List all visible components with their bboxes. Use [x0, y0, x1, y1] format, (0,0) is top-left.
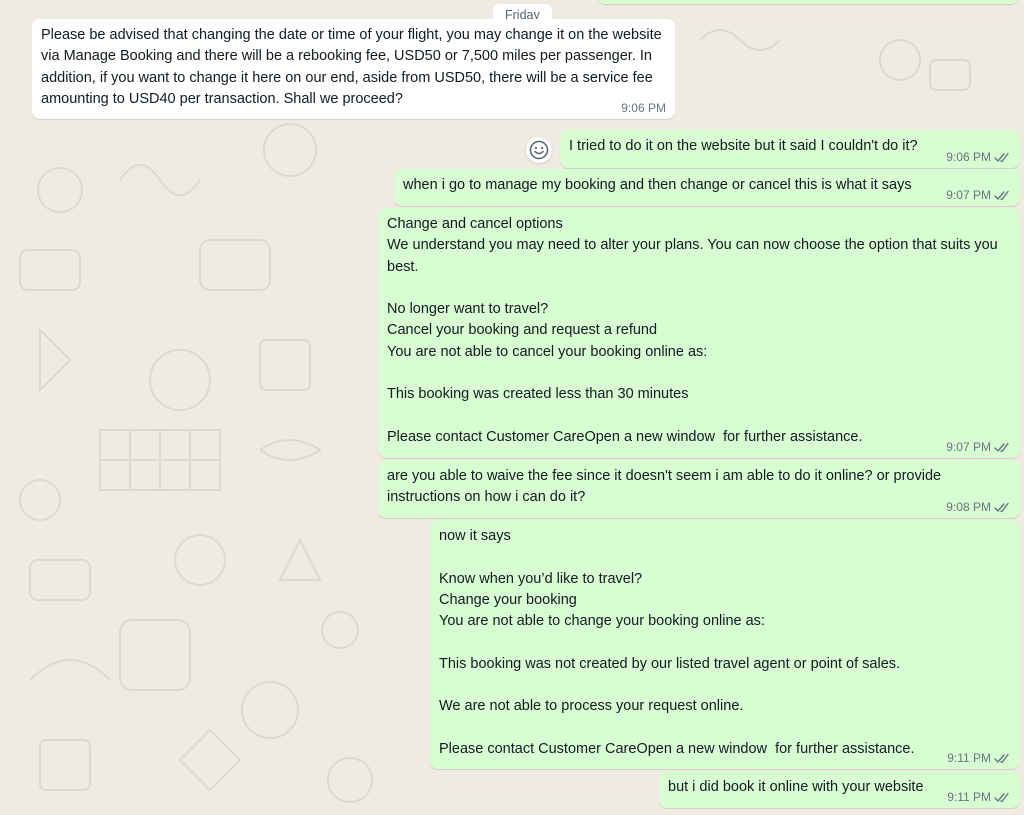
react-emoji-button[interactable] — [526, 137, 552, 163]
double-check-icon — [994, 152, 1009, 163]
outgoing-message[interactable]: now it says Know when you’d like to trav… — [430, 520, 1020, 769]
message-time: 9:07 PM — [946, 440, 991, 454]
outgoing-message[interactable]: when i go to manage my booking and then … — [394, 169, 1020, 206]
message-time: 9:11 PM — [947, 751, 991, 765]
double-check-icon — [994, 442, 1009, 453]
message-meta: 9:11 PM — [947, 751, 1011, 766]
message-meta: 9:07 PM — [946, 188, 1011, 203]
double-check-icon — [994, 753, 1009, 764]
message-text: are you able to waive the fee since it d… — [387, 468, 946, 506]
incoming-message[interactable]: Please be advised that changing the date… — [32, 19, 675, 119]
outgoing-message[interactable]: but i did book it online with your websi… — [659, 771, 1020, 808]
message-time: 9:06 PM — [946, 150, 991, 164]
previous-message-bubble-edge — [598, 0, 1018, 4]
message-text: when i go to manage my booking and then … — [403, 177, 912, 193]
conversation-pane[interactable]: Friday Please be advised that changing t… — [0, 0, 1024, 815]
message-meta: 9:06 PM — [621, 101, 666, 116]
message-meta: 9:11 PM — [947, 790, 1011, 805]
smiley-face-icon — [529, 140, 549, 160]
double-check-icon — [994, 792, 1009, 803]
message-time: 9:06 PM — [621, 101, 666, 115]
message-meta: 9:08 PM — [946, 500, 1011, 515]
outgoing-message[interactable]: I tried to do it on the website but it s… — [560, 130, 1020, 168]
outgoing-message[interactable]: are you able to waive the fee since it d… — [378, 460, 1020, 518]
message-meta: 9:06 PM — [946, 150, 1011, 165]
message-time: 9:07 PM — [946, 188, 991, 202]
message-meta: 9:07 PM — [946, 440, 1011, 455]
double-check-icon — [994, 190, 1009, 201]
message-time: 9:08 PM — [946, 500, 991, 514]
message-text: I tried to do it on the website but it s… — [569, 138, 918, 154]
outgoing-message[interactable]: Change and cancel options We understand … — [378, 208, 1020, 458]
message-text: Please be advised that changing the date… — [41, 27, 666, 107]
double-check-icon — [994, 502, 1009, 513]
message-time: 9:11 PM — [947, 790, 991, 804]
message-text: now it says Know when you’d like to trav… — [439, 528, 915, 757]
message-text: Change and cancel options We understand … — [387, 216, 998, 445]
